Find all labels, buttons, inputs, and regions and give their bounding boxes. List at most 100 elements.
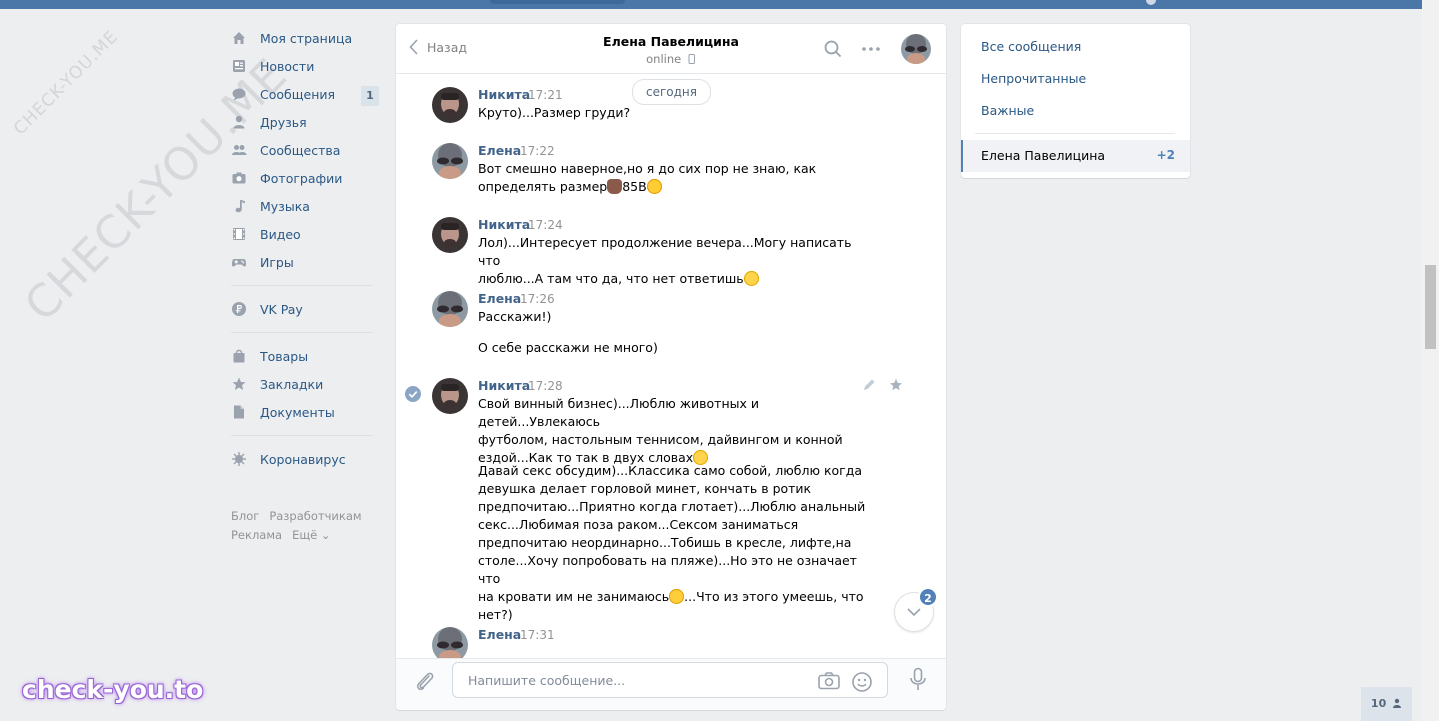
unread-count-badge: 2	[918, 587, 938, 607]
active-conversation-item[interactable]: Елена Павелицина +2	[961, 140, 1190, 172]
message-author[interactable]: Елена	[478, 143, 521, 158]
vkpay-icon	[231, 301, 247, 317]
message-text-part: Свой винный бизнес)...Люблю животных и д…	[478, 396, 843, 465]
sidebar-divider	[231, 285, 373, 286]
sidebar-item-label: Видео	[260, 226, 301, 242]
online-friends-counter[interactable]: 10	[1361, 687, 1412, 721]
message-author[interactable]: Никита	[478, 378, 530, 393]
sidebar-item-messages[interactable]: Сообщения 1	[229, 80, 379, 108]
read-check-icon[interactable]	[405, 386, 421, 402]
top-header-bar	[0, 0, 1422, 9]
footer-link-developers[interactable]: Разработчикам	[269, 509, 361, 523]
message-text: Свой винный бизнес)...Люблю животных и д…	[478, 395, 868, 467]
message-time[interactable]: 17:22	[520, 144, 555, 158]
paperclip-icon[interactable]	[414, 670, 436, 694]
sidebar-item-label: Сообщества	[260, 142, 341, 158]
sidebar-item-friends[interactable]: Друзья	[229, 108, 379, 136]
camera-icon	[231, 170, 247, 186]
message-text-part: 85В	[622, 179, 647, 194]
video-icon	[231, 226, 247, 242]
camera-icon[interactable]	[817, 671, 841, 691]
edit-pencil-icon[interactable]	[862, 378, 876, 392]
message-time[interactable]: 17:31	[520, 628, 555, 642]
header-profile-icon[interactable]	[1146, 0, 1156, 5]
filter-all-messages[interactable]: Все сообщения	[981, 39, 1081, 54]
microphone-icon[interactable]	[908, 667, 928, 693]
search-icon[interactable]	[824, 40, 842, 58]
user-icon	[1393, 698, 1402, 708]
sidebar-item-bookmarks[interactable]: Закладки	[229, 370, 379, 398]
message-author[interactable]: Елена	[478, 291, 521, 306]
message-time[interactable]: 17:26	[520, 292, 555, 306]
message-time[interactable]: 17:24	[528, 218, 563, 232]
sidebar-divider	[231, 435, 373, 436]
users-icon	[231, 142, 247, 158]
messages-icon	[231, 86, 247, 102]
left-sidebar-menu: Моя страница Новости Сообщения 1 Друзья …	[229, 24, 379, 473]
important-star-icon[interactable]	[889, 378, 903, 392]
mobile-icon	[688, 54, 695, 64]
star-icon	[231, 376, 247, 392]
flushed-emoji-icon	[743, 271, 759, 286]
sidebar-item-label: Фотографии	[260, 170, 343, 186]
message-author[interactable]: Никита	[478, 217, 530, 232]
sidebar-item-label: Музыка	[260, 198, 310, 214]
sidebar-item-documents[interactable]: Документы	[229, 398, 379, 426]
messages-count-badge: 1	[361, 86, 379, 106]
peer-avatar[interactable]	[901, 34, 931, 64]
message-input[interactable]	[466, 672, 800, 689]
music-icon	[231, 198, 247, 214]
bag-icon	[231, 348, 247, 364]
page-scrollbar[interactable]	[1422, 0, 1439, 721]
message-history[interactable]: Никита 17:21 Круто)...Размер груди? Елен…	[396, 74, 946, 658]
filter-important[interactable]: Важные	[981, 103, 1034, 118]
footer-link-ads[interactable]: Реклама	[231, 528, 282, 542]
user-icon	[231, 114, 247, 130]
sidebar-item-label: Друзья	[260, 114, 307, 130]
laughing-emoji-icon	[646, 179, 662, 194]
message-input-box[interactable]	[452, 662, 888, 698]
sidebar-item-music[interactable]: Музыка	[229, 192, 379, 220]
sidebar-item-my-page[interactable]: Моя страница	[229, 24, 379, 52]
message-author[interactable]: Никита	[478, 87, 530, 102]
message-composer	[396, 658, 946, 710]
author-avatar[interactable]	[432, 87, 468, 123]
author-avatar[interactable]	[432, 291, 468, 327]
filter-unread[interactable]: Непрочитанные	[981, 71, 1086, 86]
gamepad-icon	[231, 254, 247, 270]
message-time[interactable]: 17:28	[528, 379, 563, 393]
emoji-smile-icon[interactable]	[851, 671, 873, 693]
message-time[interactable]: 17:21	[528, 88, 563, 102]
page-scrollbar-thumb[interactable]	[1425, 265, 1436, 349]
chat-peer-status: online	[396, 52, 946, 66]
author-avatar[interactable]	[432, 378, 468, 414]
sidebar-divider	[231, 332, 373, 333]
online-count: 10	[1370, 697, 1387, 710]
sidebar-item-coronavirus[interactable]: Коронавирус	[229, 445, 379, 473]
message-text: Лол)...Интересует продолжение вечера...М…	[478, 234, 868, 288]
document-icon	[231, 404, 247, 420]
message-text-part: Давай секс обсудим)...Классика само собо…	[478, 463, 866, 604]
sidebar-item-goods[interactable]: Товары	[229, 342, 379, 370]
sidebar-item-label: Документы	[260, 404, 335, 420]
sidebar-item-label: Товары	[260, 348, 309, 364]
home-icon	[231, 30, 247, 46]
header-logo-area[interactable]	[490, 0, 625, 4]
sidebar-item-photos[interactable]: Фотографии	[229, 164, 379, 192]
author-avatar[interactable]	[432, 143, 468, 179]
author-avatar[interactable]	[432, 217, 468, 253]
sidebar-item-label: Закладки	[260, 376, 324, 392]
message-text: Давай секс обсудим)...Классика само собо…	[478, 462, 868, 624]
sidebar-item-news[interactable]: Новости	[229, 52, 379, 80]
sidebar-item-games[interactable]: Игры	[229, 248, 379, 276]
author-avatar[interactable]	[432, 627, 468, 658]
footer-link-more[interactable]: Ещё ⌄	[292, 528, 330, 542]
sidebar-item-communities[interactable]: Сообщества	[229, 136, 379, 164]
woman-emoji-icon	[607, 179, 623, 194]
footer-link-blog[interactable]: Блог	[231, 509, 259, 523]
more-options-icon[interactable]	[861, 46, 881, 52]
sidebar-footer-links: Блог Разработчикам Реклама Ещё ⌄	[231, 507, 372, 545]
sidebar-item-vk-pay[interactable]: VK Pay	[229, 295, 379, 323]
sidebar-item-video[interactable]: Видео	[229, 220, 379, 248]
message-author[interactable]: Елена	[478, 627, 521, 642]
